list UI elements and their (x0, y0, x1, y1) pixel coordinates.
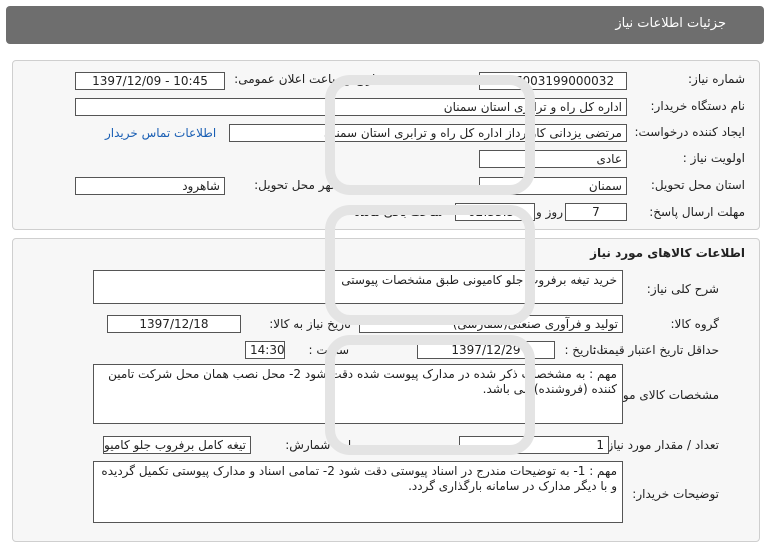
specs-field: مهم : به مشخصات ذکر شده در مدارک پیوست ش… (93, 364, 623, 424)
deadline-label: مهلت ارسال پاسخ: (649, 205, 745, 219)
priority-field: عادی (479, 150, 627, 168)
qty-label: تعداد / مقدار مورد نیاز: (603, 438, 719, 452)
time-left-label: ساعت باقی مانده (353, 205, 443, 219)
need-number-field: 1297003199000032 (479, 72, 627, 90)
priority-label: اولویت نیاز : (682, 151, 745, 165)
province-field: سمنان (479, 177, 627, 195)
buyer-org-field: اداره کل راه و ترابری استان سمنان (75, 98, 627, 116)
unit-label: واحد شمارش: (285, 438, 357, 452)
deadline-days-field: 7 (565, 203, 627, 221)
price-validity-label: حداقل تاریخ اعتبار قیمت: (592, 343, 719, 357)
buyer-contact-link[interactable]: اطلاعات تماس خریدار (105, 126, 216, 140)
qty-field: 1 (459, 436, 609, 454)
days-unit-label: روز و (536, 205, 563, 219)
validity-time-field: 14:30 (245, 341, 285, 359)
requester-field: مرتضی یزدانی کارپرداز اداره کل راه و ترا… (229, 124, 627, 142)
unit-field: تیغه کامل برفروب جلو کامیون (103, 436, 251, 454)
announce-label: تاریخ و ساعت اعلان عمومی: (234, 72, 379, 86)
goods-info-panel: اطلاعات کالاهای مورد نیاز شرح کلی نیاز: … (12, 238, 760, 542)
buyer-notes-label: توضیحات خریدار: (632, 487, 719, 501)
time-left-field: 02:33:54 (455, 203, 535, 221)
need-number-label: شماره نیاز: (688, 72, 745, 86)
general-desc-field: خرید تیغه برفروب جلو کامیونی طبق مشخصات … (93, 270, 623, 304)
goods-section-title: اطلاعات کالاهای مورد نیاز (590, 246, 745, 260)
goods-group-field: تولید و فرآوری صنعتی(سفارشی) (359, 315, 623, 333)
buyer-notes-field: مهم : 1- به توضیحات مندرج در اسناد پیوست… (93, 461, 623, 523)
goods-group-label: گروه کالا: (670, 317, 720, 331)
province-label: استان محل تحویل: (650, 178, 745, 192)
buyer-org-label: نام دستگاه خریدار: (650, 99, 746, 113)
page-title: جزئیات اطلاعات نیاز (615, 16, 726, 31)
hour-label: ساعت : (308, 343, 349, 357)
to-date-label: تا تاریخ : (564, 343, 607, 357)
validity-date-field: 1397/12/29 (417, 341, 555, 359)
need-date-field: 1397/12/18 (107, 315, 241, 333)
city-label: شهر محل تحویل: (254, 178, 341, 192)
general-desc-label: شرح کلی نیاز: (646, 282, 719, 296)
page-header: جزئیات اطلاعات نیاز (6, 6, 764, 44)
city-field: شاهرود (75, 177, 225, 195)
announce-field: 1397/12/09 - 10:45 (75, 72, 225, 90)
need-date-label: تاریخ نیاز به کالا: (269, 317, 351, 331)
requester-label: ایجاد کننده درخواست: (634, 125, 745, 139)
need-info-panel: شماره نیاز: 1297003199000032 تاریخ و ساع… (12, 60, 760, 230)
